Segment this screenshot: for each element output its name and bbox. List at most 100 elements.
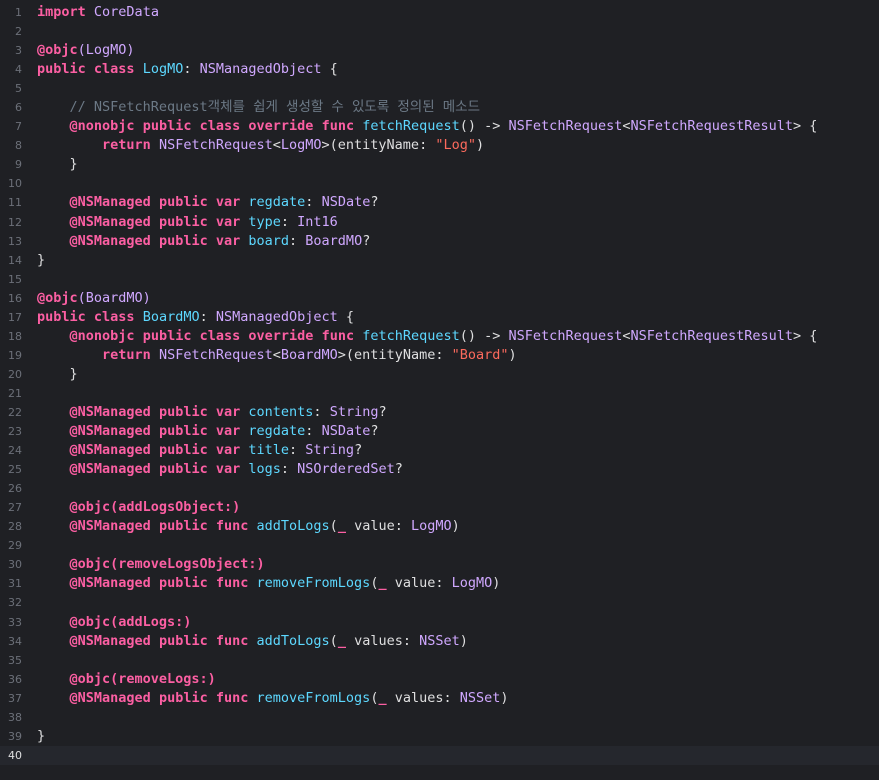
code-text: @NSManaged public var board: BoardMO? <box>37 232 371 251</box>
code-token: : <box>280 213 298 230</box>
code-line[interactable]: 40 <box>0 745 879 765</box>
code-line[interactable]: 19 return NSFetchRequest<BoardMO>(entity… <box>0 346 879 365</box>
code-line[interactable]: 35 <box>0 651 879 670</box>
code-line[interactable]: 14} <box>0 251 879 270</box>
code-token: : <box>280 461 298 478</box>
code-line[interactable]: 6 // NSFetchRequest객체를 쉽게 생성할 수 있도록 정의된 … <box>0 98 879 117</box>
code-line[interactable]: 1 import CoreData <box>0 3 879 22</box>
code-line[interactable]: 31 @NSManaged public func removeFromLogs… <box>0 574 879 593</box>
line-number: 38 <box>8 710 22 724</box>
code-token: public <box>37 308 86 325</box>
code-line[interactable]: 27 @objc(addLogsObject:) <box>0 498 879 517</box>
code-line[interactable]: 28 @NSManaged public func addToLogs(_ va… <box>0 517 879 536</box>
code-line[interactable]: 17 public class BoardMO: NSManagedObject … <box>0 308 879 327</box>
code-token: ) <box>500 689 509 706</box>
code-line[interactable]: 11 @NSManaged public var regdate: NSDate… <box>0 193 879 212</box>
code-line[interactable]: 10 <box>0 174 879 193</box>
line-number: 24 <box>8 444 22 458</box>
code-token: BoardMO <box>142 308 200 325</box>
code-token: @NSManaged <box>69 213 151 230</box>
code-token: removeFromLogs <box>256 689 371 706</box>
code-line[interactable]: 26 <box>0 479 879 498</box>
code-token: addToLogs <box>256 632 330 649</box>
code-line[interactable]: 3 @objc(LogMO) <box>0 41 879 60</box>
code-line[interactable]: 18 @nonobjc public class override func f… <box>0 327 879 346</box>
code-token: @NSManaged <box>69 403 151 420</box>
code-line[interactable]: 33 @objc(addLogs:) <box>0 613 879 632</box>
line-number: 3 <box>15 44 22 58</box>
code-token: var <box>215 213 241 230</box>
line-number: 28 <box>8 520 22 534</box>
line-number: 39 <box>8 729 22 743</box>
code-token: ) <box>451 518 460 535</box>
code-text: @NSManaged public var logs: NSOrderedSet… <box>37 460 403 479</box>
code-line[interactable]: 23 @NSManaged public var regdate: NSDate… <box>0 422 879 441</box>
code-token: ? <box>354 442 363 459</box>
code-line[interactable]: 37 @NSManaged public func removeFromLogs… <box>0 689 879 708</box>
line-number: 17 <box>8 310 22 324</box>
code-token: "Log" <box>435 137 476 154</box>
code-line[interactable]: 20 } <box>0 365 879 384</box>
line-number: 18 <box>8 329 22 343</box>
line-number: 21 <box>8 386 22 400</box>
code-token: : <box>183 61 200 78</box>
code-line[interactable]: 29 <box>0 536 879 555</box>
code-token: NSOrderedSet <box>297 461 395 478</box>
code-editor[interactable]: 1 import CoreData 2 3 @objc(LogMO) 4 public cl… <box>0 0 879 780</box>
code-text: // NSFetchRequest객체를 쉽게 생성할 수 있도록 정의된 메소… <box>37 98 481 117</box>
code-line[interactable]: 2 <box>0 22 879 41</box>
code-token: removeFromLogs <box>256 575 371 592</box>
code-token: _ <box>378 689 387 706</box>
code-token: public <box>158 575 208 592</box>
code-token: @NSManaged <box>69 518 151 535</box>
code-token: : <box>289 232 306 249</box>
code-text: return NSFetchRequest<LogMO>(entityName:… <box>37 136 484 155</box>
code-text: @NSManaged public var title: String? <box>37 441 363 460</box>
code-line[interactable]: 9 } <box>0 155 879 174</box>
code-token: _ <box>337 632 346 649</box>
code-line[interactable]: 4 public class LogMO: NSManagedObject { <box>0 60 879 79</box>
code-token: func <box>215 575 249 592</box>
code-line[interactable]: 34 @NSManaged public func addToLogs(_ va… <box>0 632 879 651</box>
code-line[interactable]: 38 <box>0 708 879 727</box>
code-line[interactable]: 5 <box>0 79 879 98</box>
code-line[interactable]: 39} <box>0 727 879 746</box>
code-token: : <box>313 403 330 420</box>
code-token: NSDate <box>321 423 371 440</box>
code-line[interactable]: 15 <box>0 270 879 289</box>
code-token: LogMO <box>142 61 184 78</box>
code-line[interactable]: 16 @objc(BoardMO) <box>0 289 879 308</box>
code-text: @NSManaged public var type: Int16 <box>37 213 338 232</box>
line-number: 34 <box>8 634 22 648</box>
code-token: BoardMO <box>280 346 338 363</box>
code-line[interactable]: 13 @NSManaged public var board: BoardMO? <box>0 232 879 251</box>
code-line[interactable]: 7 @nonobjc public class override func fe… <box>0 117 879 136</box>
code-token: class <box>93 61 135 78</box>
code-token: @NSManaged <box>69 194 151 211</box>
code-line[interactable]: 25 @NSManaged public var logs: NSOrdered… <box>0 460 879 479</box>
code-line[interactable]: 30 @objc(removeLogsObject:) <box>0 555 879 574</box>
code-token: board <box>248 232 290 249</box>
code-token: type <box>248 213 281 230</box>
code-line[interactable]: 24 @NSManaged public var title: String? <box>0 441 879 460</box>
code-line[interactable]: 12 @NSManaged public var type: Int16 <box>0 213 879 232</box>
line-number: 8 <box>15 139 22 153</box>
code-line[interactable]: 36 @objc(removeLogs:) <box>0 670 879 689</box>
code-line[interactable]: 8 return NSFetchRequest<LogMO>(entityNam… <box>0 136 879 155</box>
code-text: } <box>37 251 45 270</box>
code-text: @objc(addLogs:) <box>37 613 192 632</box>
code-line[interactable]: 21 <box>0 384 879 403</box>
code-line[interactable]: 22 @NSManaged public var contents: Strin… <box>0 403 879 422</box>
code-text: @NSManaged public var contents: String? <box>37 403 387 422</box>
code-token: : <box>305 194 322 211</box>
code-token: values: <box>345 632 420 649</box>
code-token: NSFetchRequest <box>158 346 273 363</box>
code-line[interactable]: 32 <box>0 593 879 612</box>
